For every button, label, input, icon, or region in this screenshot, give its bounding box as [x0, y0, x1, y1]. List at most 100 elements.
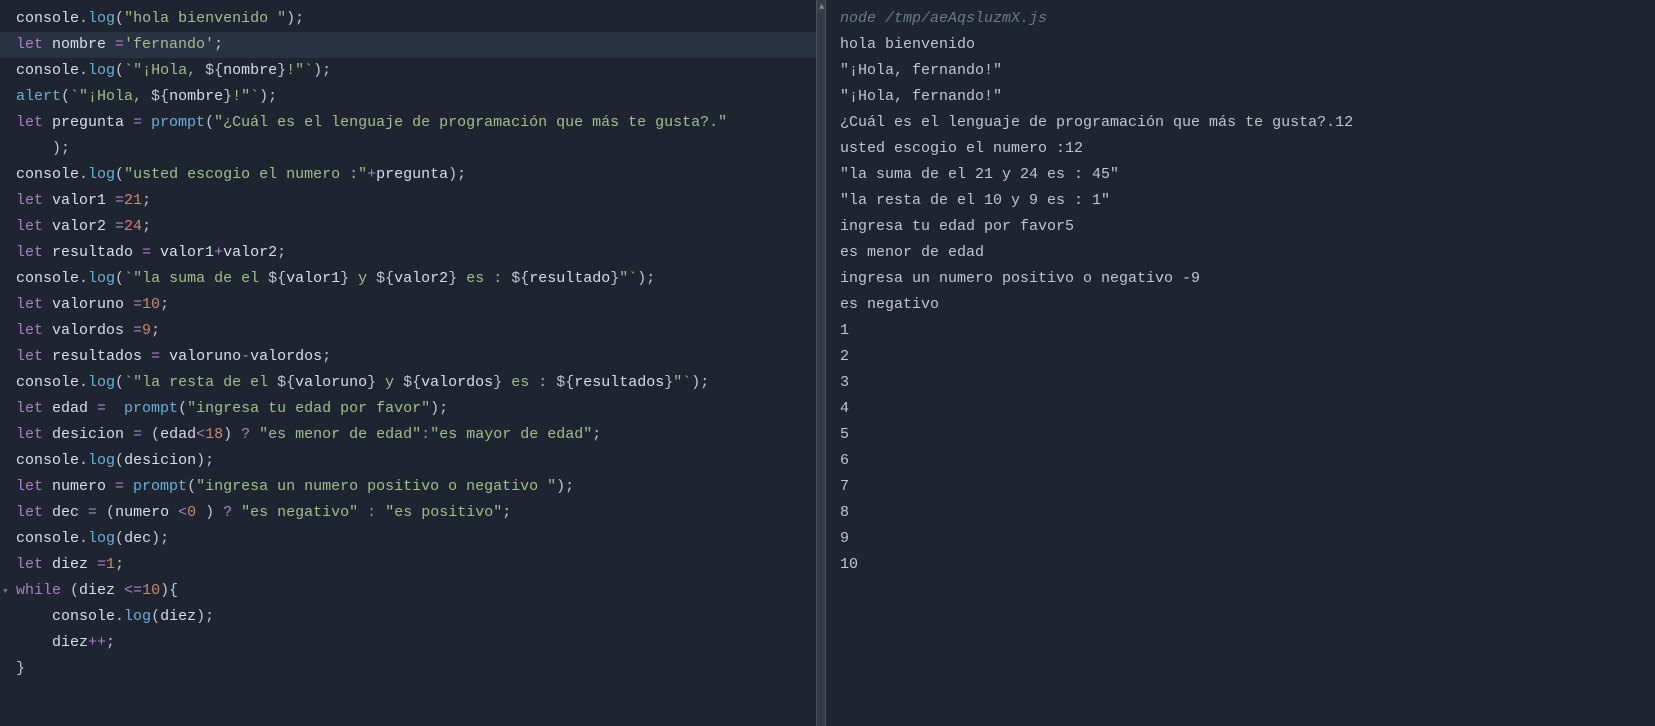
code-token: < [178, 504, 187, 521]
code-token: `"la suma de el [124, 270, 268, 287]
code-token: "ingresa un numero positivo o negativo " [196, 478, 556, 495]
code-token: log [88, 530, 115, 547]
code-line[interactable]: let valor1 =21; [16, 188, 806, 214]
code-token: ) [223, 426, 241, 443]
code-token: ( [178, 400, 187, 417]
code-token: valoruno [169, 348, 241, 365]
code-token: ; [160, 296, 169, 313]
code-token: ; [277, 244, 286, 261]
code-token: let [16, 244, 52, 261]
code-token: `"la resta de el [124, 374, 277, 391]
pane-divider[interactable]: ▲ [816, 0, 826, 726]
code-token: let [16, 348, 52, 365]
code-line[interactable]: let resultado = valor1+valor2; [16, 240, 806, 266]
code-token: = [88, 504, 106, 521]
code-token: ( [187, 478, 196, 495]
code-token: dec [52, 504, 88, 521]
code-token: ${ [268, 270, 286, 287]
code-token: = [115, 36, 124, 53]
code-token: "ingresa tu edad por favor" [187, 400, 430, 417]
code-token: ${ [151, 88, 169, 105]
code-line[interactable]: let valordos =9; [16, 318, 806, 344]
code-token: . [79, 10, 88, 27]
code-token: - [241, 348, 250, 365]
code-line[interactable]: ); [16, 136, 806, 162]
code-token: "¿Cuál es el lenguaje de programación qu… [214, 114, 727, 131]
code-token: ); [313, 62, 331, 79]
code-token: console [16, 166, 79, 183]
output-line: 9 [840, 526, 1645, 552]
code-token: } [367, 374, 376, 391]
code-line[interactable]: let diez =1; [16, 552, 806, 578]
output-line: 1 [840, 318, 1645, 344]
code-line[interactable]: let pregunta = prompt("¿Cuál es el lengu… [16, 110, 806, 136]
output-line: 2 [840, 344, 1645, 370]
code-token: = [97, 556, 106, 573]
code-line[interactable]: console.log("hola bienvenido "); [16, 6, 806, 32]
output-pane[interactable]: node /tmp/aeAqsluzmX.js hola bienvenido … [826, 0, 1655, 726]
code-token: ); [691, 374, 709, 391]
code-token: ? [223, 504, 241, 521]
code-line[interactable]: } [16, 656, 806, 682]
output-line: 6 [840, 448, 1645, 474]
code-token: let [16, 504, 52, 521]
code-token: ${ [511, 270, 529, 287]
code-line[interactable]: let numero = prompt("ingresa un numero p… [16, 474, 806, 500]
output-line: 5 [840, 422, 1645, 448]
code-token: log [124, 608, 151, 625]
code-token: nombre [223, 62, 277, 79]
code-line[interactable]: console.log(`"la suma de el ${valor1} y … [16, 266, 806, 292]
code-line[interactable]: console.log(desicion); [16, 448, 806, 474]
fold-arrow-icon[interactable]: ▾ [2, 584, 9, 598]
code-token: pregunta [376, 166, 448, 183]
code-token: prompt [151, 114, 205, 131]
code-line[interactable]: console.log(`"la resta de el ${valoruno}… [16, 370, 806, 396]
code-token: ); [637, 270, 655, 287]
code-line[interactable]: diez++; [16, 630, 806, 656]
code-line[interactable]: let resultados = valoruno-valordos; [16, 344, 806, 370]
output-line: usted escogio el numero :12 [840, 136, 1645, 162]
output-line: ingresa un numero positivo o negativo -9 [840, 266, 1645, 292]
code-token: prompt [133, 478, 187, 495]
code-token: let [16, 192, 52, 209]
code-editor-pane[interactable]: console.log("hola bienvenido ");let nomb… [0, 0, 816, 726]
code-token: console [16, 452, 79, 469]
code-token: + [214, 244, 223, 261]
output-line: "la suma de el 21 y 24 es : 45" [840, 162, 1645, 188]
code-line[interactable]: alert(`"¡Hola, ${nombre}!"`); [16, 84, 806, 110]
code-token: ${ [205, 62, 223, 79]
code-token: ( [115, 166, 124, 183]
code-line[interactable]: let dec = (numero <0 ) ? "es negativo" :… [16, 500, 806, 526]
code-line[interactable]: let valoruno =10; [16, 292, 806, 318]
code-token: let [16, 36, 52, 53]
code-token: valoruno [295, 374, 367, 391]
code-token: ( [106, 504, 115, 521]
code-line[interactable]: while (diez <=10){ [16, 578, 806, 604]
code-token: } [664, 374, 673, 391]
code-line[interactable]: let nombre ='fernando'; [0, 32, 816, 58]
code-line[interactable]: console.log(`"¡Hola, ${nombre}!"`); [16, 58, 806, 84]
code-line[interactable]: console.log(dec); [16, 526, 806, 552]
code-token: 10 [142, 582, 160, 599]
code-token: let [16, 556, 52, 573]
code-token: valoruno [52, 296, 133, 313]
code-token: . [79, 62, 88, 79]
code-line[interactable]: let valor2 =24; [16, 214, 806, 240]
scroll-arrow-up-icon: ▲ [819, 2, 824, 12]
code-token: } [448, 270, 457, 287]
code-token: ); [151, 530, 169, 547]
code-token: ); [286, 10, 304, 27]
code-line[interactable]: console.log(diez); [16, 604, 806, 630]
code-token: valor2 [394, 270, 448, 287]
code-token: = [142, 244, 160, 261]
code-token: edad [160, 426, 196, 443]
code-token: ; [322, 348, 331, 365]
code-line[interactable]: let desicion = (edad<18) ? "es menor de … [16, 422, 806, 448]
code-token: diez [16, 634, 88, 651]
code-line[interactable]: let edad = prompt("ingresa tu edad por f… [16, 396, 806, 422]
code-token: log [88, 166, 115, 183]
code-token: "` [673, 374, 691, 391]
code-token: ${ [277, 374, 295, 391]
code-line[interactable]: console.log("usted escogio el numero :"+… [16, 162, 806, 188]
code-token: . [79, 452, 88, 469]
